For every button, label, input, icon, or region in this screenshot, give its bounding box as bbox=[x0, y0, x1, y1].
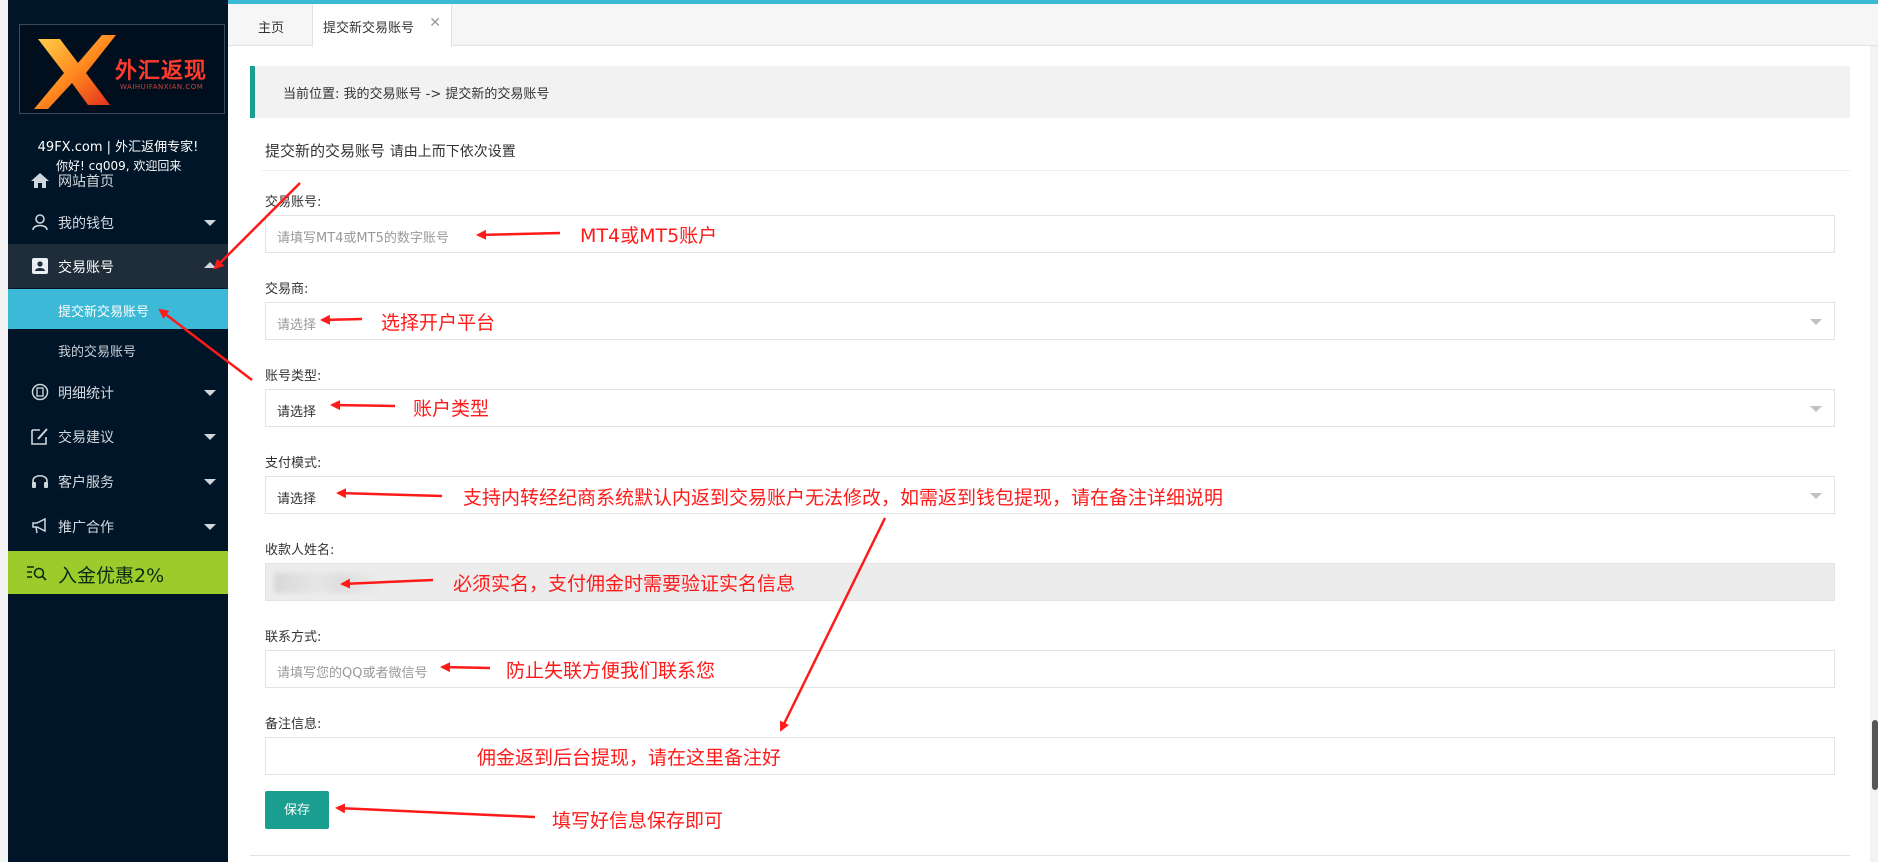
arrow bbox=[440, 662, 491, 673]
annotation-payee-name: 必须实名，支付佣金时需要验证实名信息 bbox=[453, 573, 796, 595]
annotation-save: 填写好信息保存即可 bbox=[552, 810, 724, 832]
arrow bbox=[476, 229, 561, 240]
annotation-pay-mode: 支持内转经纪商系统默认内返到交易账户无法修改，如需返到钱包提现，请在备注详细说明 bbox=[463, 487, 1224, 509]
arrow bbox=[335, 803, 536, 819]
arrow bbox=[158, 308, 253, 381]
annotation-arrows bbox=[158, 182, 887, 819]
arrow bbox=[213, 182, 301, 270]
arrow bbox=[330, 400, 396, 411]
annotation-contact: 防止失联方便我们联系您 bbox=[506, 660, 716, 682]
page-root: 外汇返现 WAIHUIFANXIAN.COM 49FX.com | 外汇返佣专家… bbox=[0, 0, 1878, 862]
arrow bbox=[320, 314, 363, 325]
annotation-account: MT4或MT5账户 bbox=[580, 225, 718, 247]
arrow bbox=[336, 488, 443, 499]
annotation-remark: 佣金返到后台提现，请在这里备注好 bbox=[477, 747, 782, 769]
arrow bbox=[779, 517, 887, 732]
annotation-broker: 选择开户平台 bbox=[381, 312, 496, 334]
arrow bbox=[340, 578, 434, 589]
annotation-account-type: 账户类型 bbox=[413, 398, 490, 420]
